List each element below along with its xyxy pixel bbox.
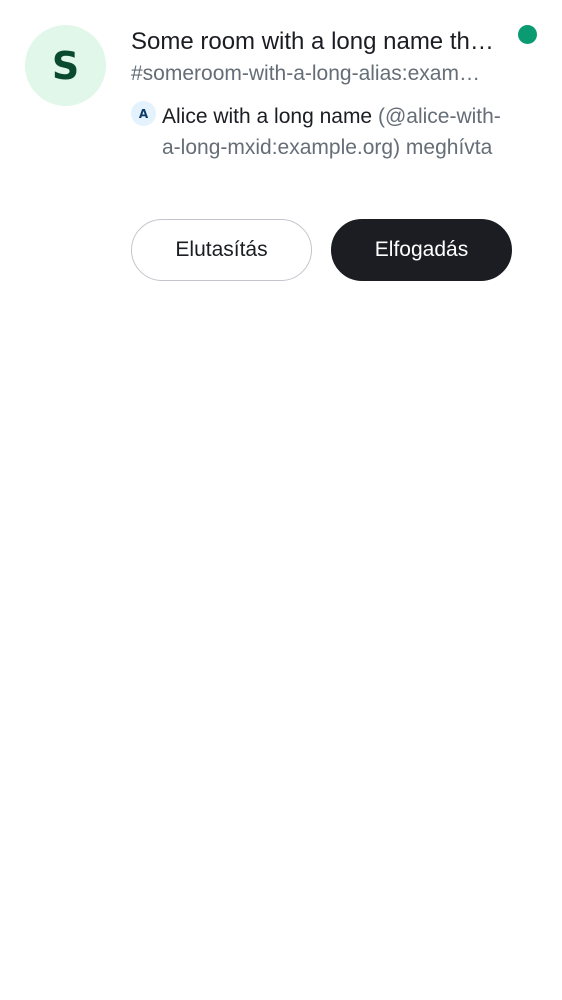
inviter-text: Alice with a long name (@alice-with-a-lo… [162,101,512,163]
decline-button-label: Elutasítás [175,238,268,261]
room-avatar-initial: S [51,43,80,88]
room-name: Some room with a long name that does not… [131,28,497,55]
decline-button[interactable]: Elutasítás [131,219,312,281]
inviter-avatar: A [131,101,156,126]
inviter-name: Alice with a long name [162,105,373,128]
accept-button-label: Elfogadás [374,238,469,261]
inviter-avatar-initial: A [138,106,149,121]
room-invite-row[interactable]: S Some room with a long name that does n… [0,0,562,300]
unread-indicator-dot [518,25,537,44]
accept-button[interactable]: Elfogadás [331,219,512,281]
room-alias: #someroom-with-a-long-alias:example.org [131,62,485,85]
room-avatar: S [25,25,106,106]
